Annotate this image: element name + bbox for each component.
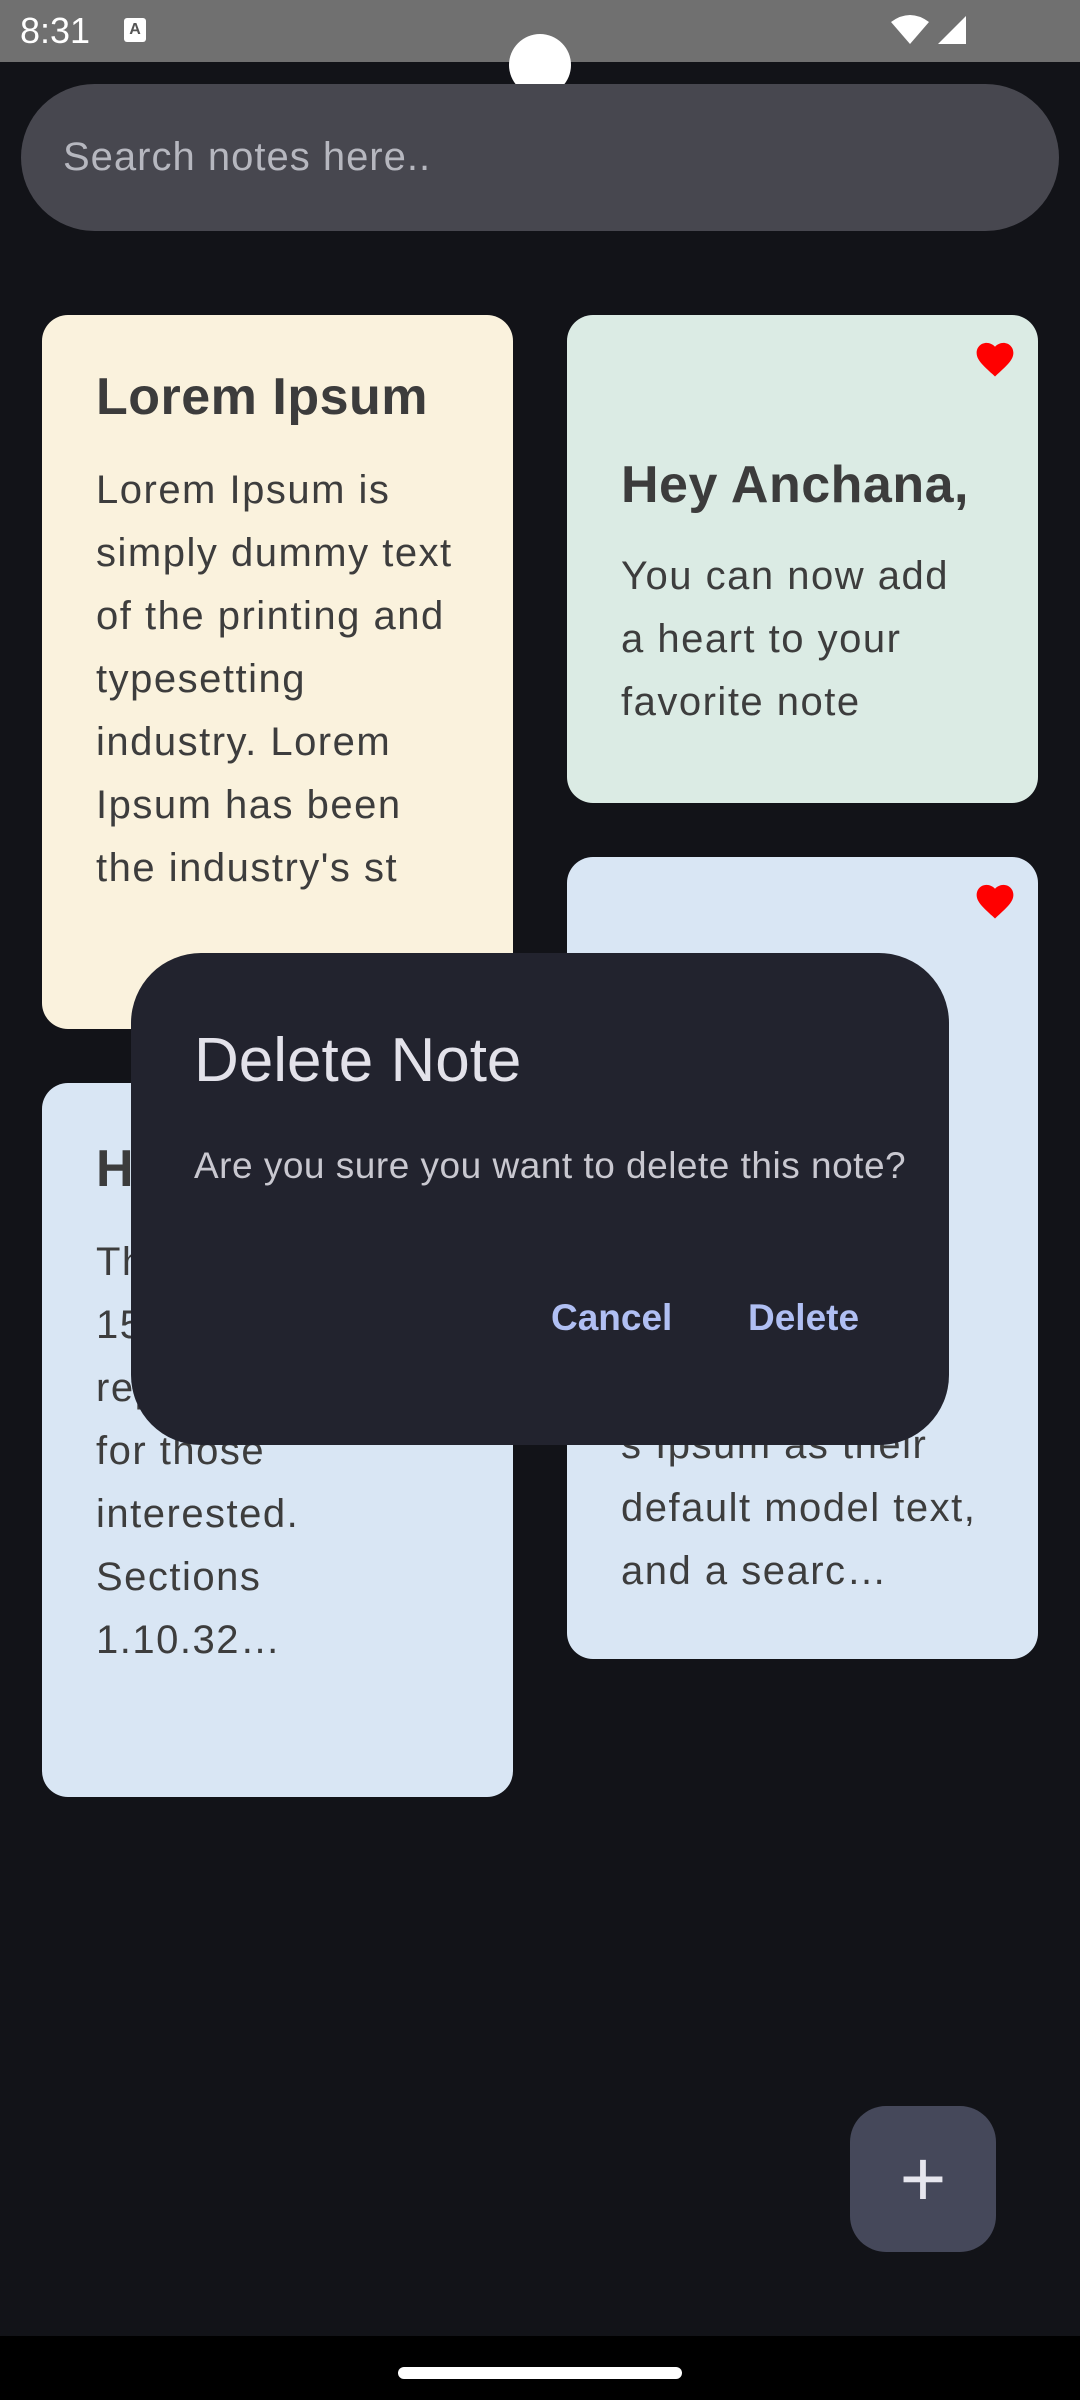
status-time: 8:31 [20, 10, 91, 51]
home-handle[interactable] [398, 2367, 682, 2379]
delete-button[interactable]: Delete [748, 1297, 859, 1339]
wifi-icon [891, 15, 929, 44]
plus-icon: + [899, 2134, 947, 2223]
dialog-title: Delete Note [194, 1026, 522, 1095]
dialog-message: Are you sure you want to delete this not… [194, 1145, 907, 1186]
cancel-button[interactable]: Cancel [551, 1297, 672, 1339]
add-note-button[interactable]: + [850, 2106, 996, 2252]
delete-dialog: Delete Note Are you sure you want to del… [131, 953, 949, 1445]
signal-icon [938, 16, 966, 44]
a-icon: A [124, 18, 146, 42]
